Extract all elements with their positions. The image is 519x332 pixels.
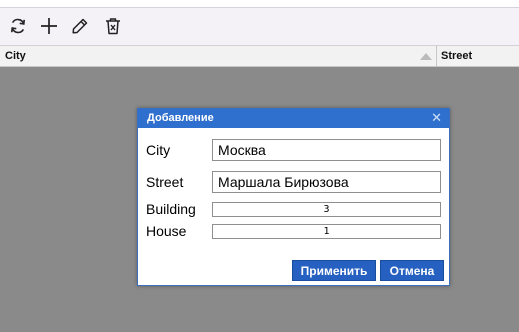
close-icon[interactable]: ✕ (431, 111, 442, 125)
add-dialog: Добавление ✕ City Москва Street Маршала … (137, 108, 450, 286)
city-label: City (146, 142, 171, 158)
add-button[interactable] (37, 14, 61, 38)
top-strip (0, 0, 519, 8)
street-label: Street (146, 174, 184, 190)
sort-ascending-icon (420, 53, 432, 60)
toolbar (0, 8, 519, 46)
building-label: Building (146, 201, 196, 217)
dialog-title-bar[interactable]: Добавление ✕ (138, 109, 449, 128)
column-title-city: City (5, 50, 26, 62)
cancel-button[interactable]: Отмена (380, 260, 444, 281)
city-field[interactable]: Москва (212, 139, 441, 161)
house-label: House (146, 223, 187, 239)
building-field[interactable]: 3 (212, 202, 441, 217)
edit-button[interactable] (68, 14, 92, 38)
dialog-title: Добавление (147, 112, 214, 124)
column-header-street[interactable]: Street (437, 46, 519, 67)
column-header-city[interactable]: City (0, 46, 437, 67)
apply-button[interactable]: Применить (292, 260, 376, 281)
pencil-icon (72, 18, 88, 34)
column-title-street: Street (441, 50, 473, 62)
grid-header: City Street (0, 46, 519, 67)
refresh-icon (11, 18, 25, 34)
house-field[interactable]: 1 (212, 224, 441, 239)
delete-button[interactable] (101, 14, 125, 38)
street-field[interactable]: Маршала Бирюзова (212, 171, 441, 193)
trash-icon (106, 18, 120, 35)
plus-icon (41, 18, 57, 34)
refresh-button[interactable] (6, 14, 30, 38)
